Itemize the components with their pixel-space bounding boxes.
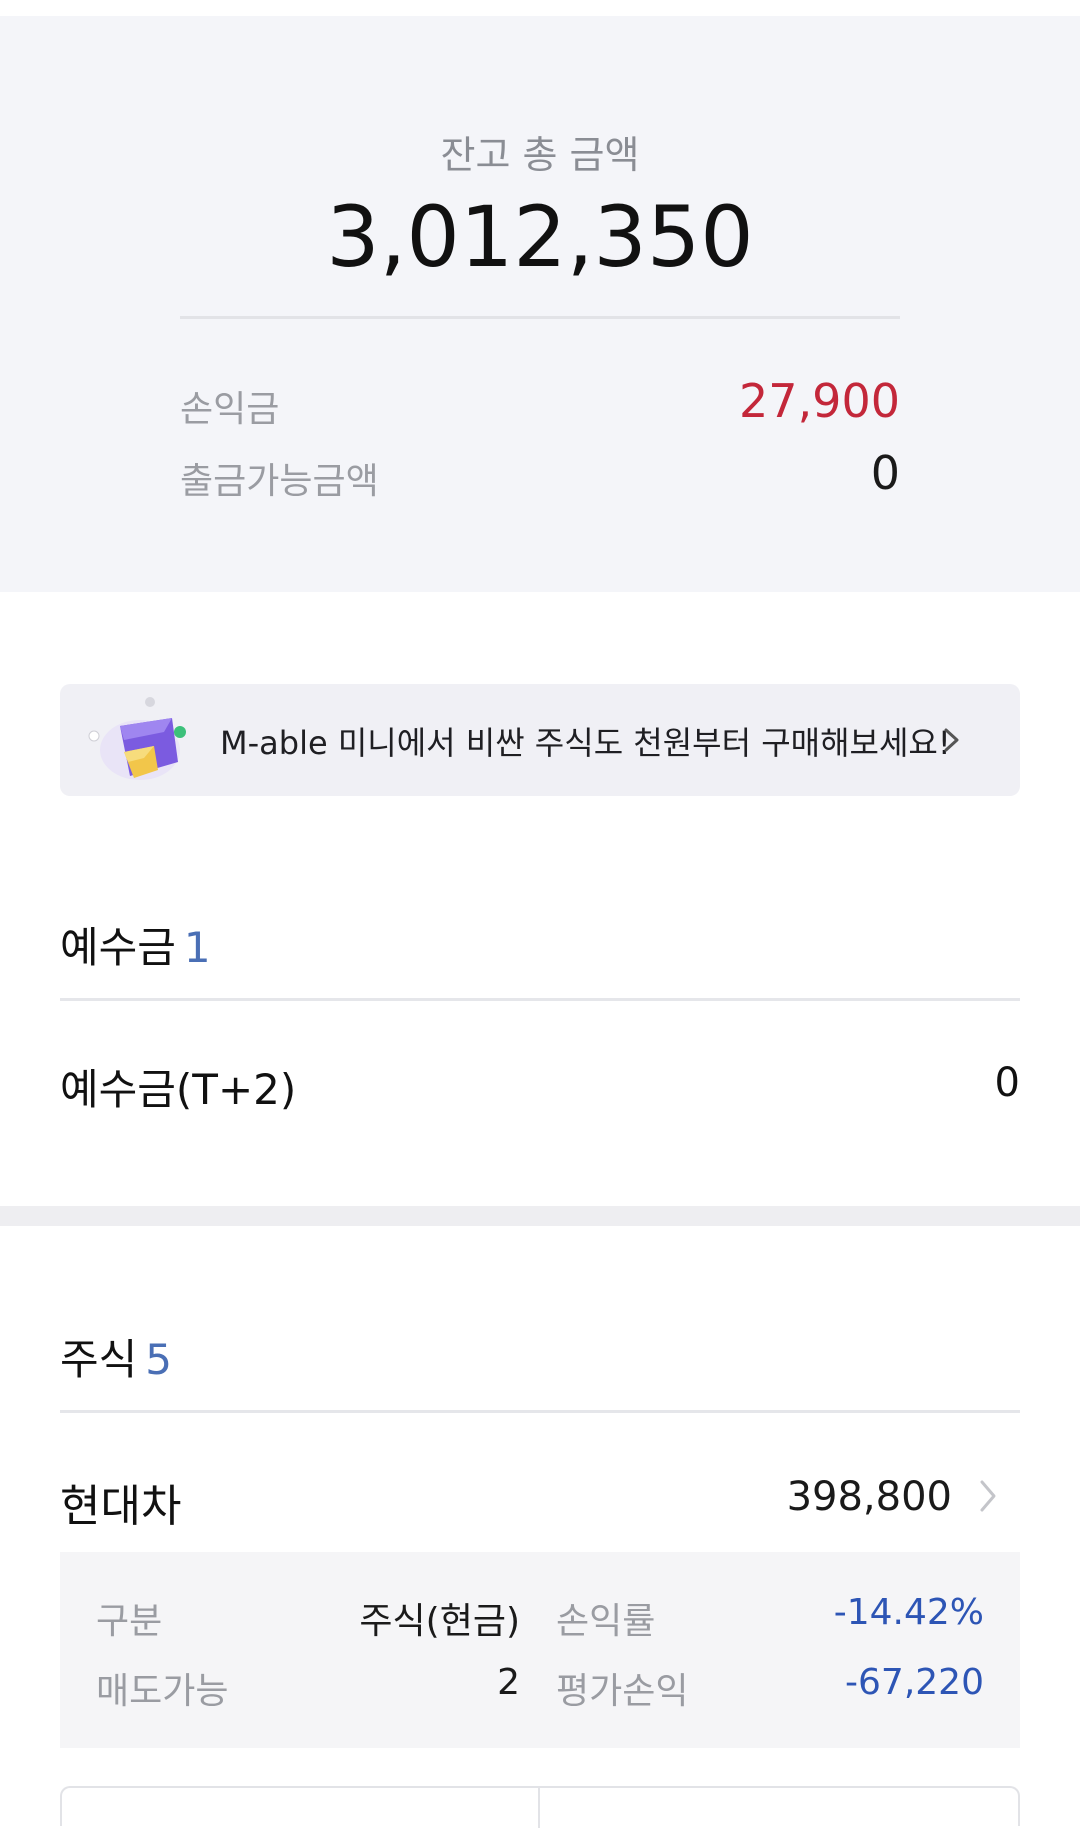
profit-rate-value: -14.42% bbox=[833, 1592, 984, 1633]
chevron-right-icon[interactable] bbox=[972, 1474, 1004, 1518]
profit-row: 손익금 27,900 bbox=[180, 374, 900, 430]
promo-banner[interactable]: M-able 미니에서 비싼 주식도 천원부터 구매해보세요! bbox=[60, 684, 1020, 796]
stocks-count: 5 bbox=[145, 1335, 173, 1384]
type-label: 구분 bbox=[96, 1601, 163, 1642]
deposit-count: 1 bbox=[183, 923, 211, 972]
balance-total-amount: 3,012,350 bbox=[326, 188, 754, 286]
action-button-divider bbox=[538, 1788, 540, 1828]
balance-total-label: 잔고 총 금액 bbox=[440, 133, 640, 177]
deposit-row-value: 0 bbox=[994, 1060, 1020, 1106]
stocks-title-text: 주식 bbox=[60, 1335, 138, 1384]
profit-value: 27,900 bbox=[739, 374, 900, 428]
deposit-row-label: 예수금(T+2) bbox=[60, 1065, 297, 1114]
stock-detail-panel: 구분 주식(현금) 손익률 -14.42% 매도가능 2 평가손익 -67,22… bbox=[60, 1552, 1020, 1748]
balance-summary-card: 잔고 총 금액 3,012,350 손익금 27,900 출금가능금액 0 bbox=[0, 16, 1080, 592]
promo-text: M-able 미니에서 비싼 주식도 천원부터 구매해보세요! bbox=[220, 724, 951, 762]
stock-name[interactable]: 현대차 bbox=[60, 1470, 181, 1534]
sellable-value: 2 bbox=[497, 1662, 520, 1703]
chevron-right-icon bbox=[944, 728, 959, 752]
deposit-divider bbox=[60, 998, 1020, 1001]
section-gap bbox=[0, 1206, 1080, 1226]
sellable-label: 매도가능 bbox=[96, 1671, 229, 1712]
stock-action-buttons[interactable] bbox=[60, 1786, 1020, 1828]
withdrawable-value: 0 bbox=[870, 446, 900, 500]
stock-value: 398,800 bbox=[786, 1474, 952, 1520]
deposit-title-text: 예수금 bbox=[60, 923, 176, 972]
summary-divider bbox=[180, 316, 900, 319]
withdrawable-row: 출금가능금액 0 bbox=[180, 446, 900, 502]
stocks-section-title: 주식 5 bbox=[60, 1326, 172, 1387]
stocks-divider bbox=[60, 1410, 1020, 1413]
profit-label: 손익금 bbox=[180, 389, 280, 430]
eval-profit-label: 평가손익 bbox=[556, 1671, 689, 1712]
type-value: 주식(현금) bbox=[359, 1601, 520, 1642]
withdrawable-label: 출금가능금액 bbox=[180, 461, 379, 502]
eval-profit-value: -67,220 bbox=[845, 1662, 984, 1703]
deposit-section-title: 예수금 1 bbox=[60, 914, 211, 975]
profit-rate-label: 손익률 bbox=[556, 1601, 656, 1642]
